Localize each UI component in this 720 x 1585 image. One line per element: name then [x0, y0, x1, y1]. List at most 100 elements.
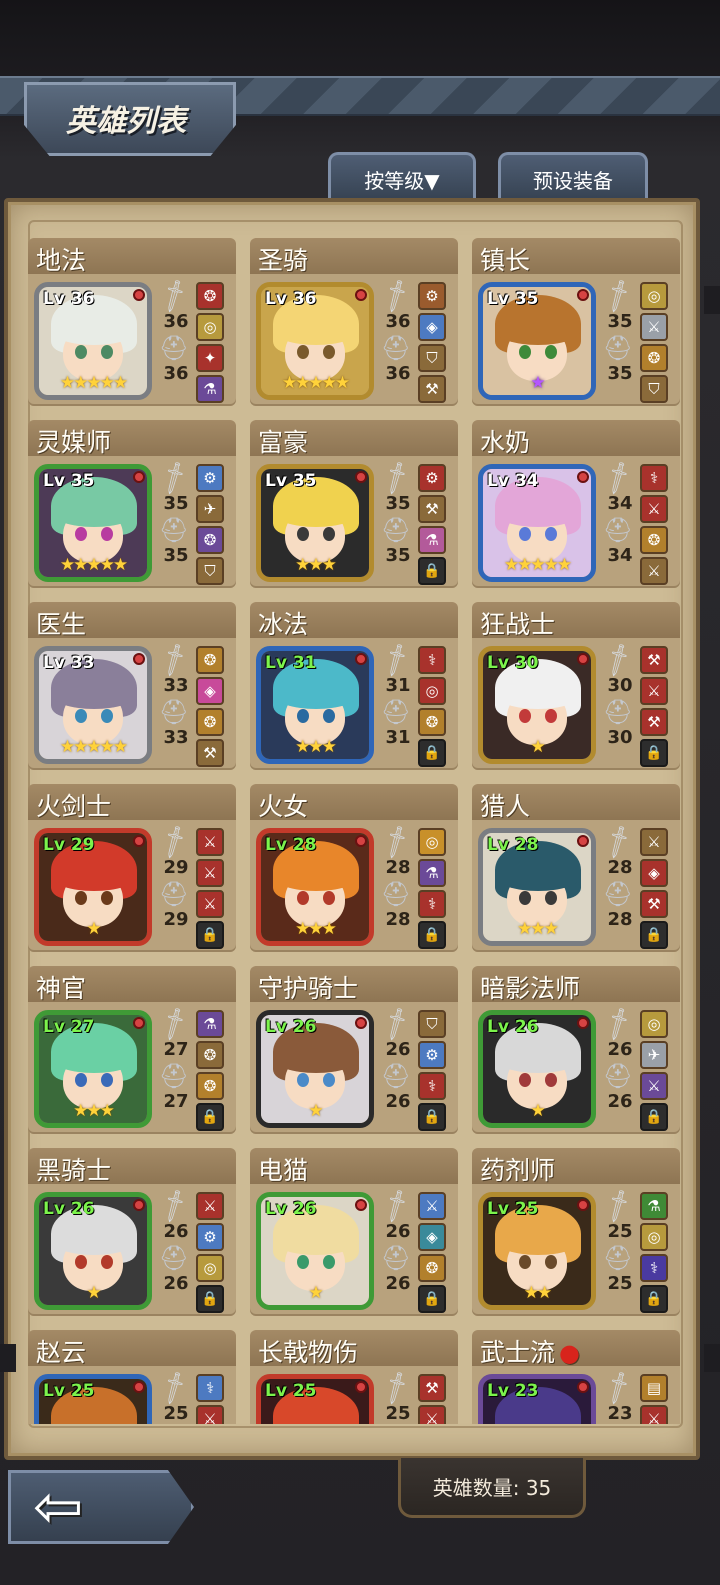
- equipment-slot[interactable]: ⚙: [418, 1041, 446, 1069]
- equipment-slot[interactable]: ⛉: [640, 375, 668, 403]
- locked-slot-icon[interactable]: 🔒: [418, 557, 446, 585]
- equipment-slot[interactable]: ⚔: [418, 1192, 446, 1220]
- locked-slot-icon[interactable]: 🔒: [640, 1285, 668, 1313]
- equipment-slot[interactable]: ⚕: [196, 1374, 224, 1402]
- hero-card[interactable]: 守护骑士 Lv 26 ★ 🗡 26 ⛑ 26 ⛉ ⚙ ⚕ 🔒: [250, 966, 458, 1138]
- hero-portrait[interactable]: Lv 29 ★: [34, 828, 152, 946]
- hero-card[interactable]: 赵云 Lv 25 🗡 25 ⛑ 25 ⚕ ⚔ ⛉ 🔒: [28, 1330, 236, 1424]
- equipment-slot[interactable]: ◈: [418, 313, 446, 341]
- hero-portrait[interactable]: Lv 30 ★: [478, 646, 596, 764]
- equipment-slot[interactable]: ⚕: [640, 464, 668, 492]
- equipment-slot[interactable]: ⚔: [196, 828, 224, 856]
- equipment-slot[interactable]: ⚔: [640, 313, 668, 341]
- locked-slot-icon[interactable]: 🔒: [640, 1103, 668, 1131]
- hero-portrait[interactable]: Lv 35 ★★★★★: [34, 464, 152, 582]
- equipment-slot[interactable]: ⛉: [418, 1010, 446, 1038]
- hero-card[interactable]: 武士流● Lv 23 🗡 23 ⛑ 23 ▤ ⚔ ⛉ 🔒: [472, 1330, 680, 1424]
- hero-portrait[interactable]: Lv 35 ★★★: [256, 464, 374, 582]
- hero-card[interactable]: 暗影法师 Lv 26 ★ 🗡 26 ⛑ 26 ◎ ✈ ⚔ 🔒: [472, 966, 680, 1138]
- equipment-slot[interactable]: ❂: [196, 526, 224, 554]
- hero-portrait[interactable]: Lv 28 ★★★: [256, 828, 374, 946]
- equipment-slot[interactable]: ⚙: [418, 282, 446, 310]
- equipment-slot[interactable]: ⚒: [196, 739, 224, 767]
- hero-portrait[interactable]: Lv 25 ★★: [478, 1192, 596, 1310]
- equipment-slot[interactable]: ◎: [196, 1254, 224, 1282]
- equipment-slot[interactable]: ⚙: [418, 464, 446, 492]
- equipment-slot[interactable]: ❂: [196, 282, 224, 310]
- hero-portrait[interactable]: Lv 33 ★★★★★: [34, 646, 152, 764]
- equipment-slot[interactable]: ❂: [418, 1254, 446, 1282]
- preset-equipment-button[interactable]: 预设装备: [498, 152, 648, 204]
- equipment-slot[interactable]: ◈: [196, 677, 224, 705]
- hero-portrait[interactable]: Lv 23: [478, 1374, 596, 1424]
- equipment-slot[interactable]: ▤: [640, 1374, 668, 1402]
- hero-card[interactable]: 药剂师 Lv 25 ★★ 🗡 25 ⛑ 25 ⚗ ◎ ⚕ 🔒: [472, 1148, 680, 1320]
- hero-card[interactable]: 火女 Lv 28 ★★★ 🗡 28 ⛑ 28 ◎ ⚗ ⚕ 🔒: [250, 784, 458, 956]
- equipment-slot[interactable]: ❂: [196, 1041, 224, 1069]
- locked-slot-icon[interactable]: 🔒: [418, 739, 446, 767]
- equipment-slot[interactable]: ⚗: [640, 1192, 668, 1220]
- equipment-slot[interactable]: ⚔: [196, 890, 224, 918]
- hero-portrait[interactable]: Lv 26 ★: [34, 1192, 152, 1310]
- hero-portrait[interactable]: Lv 31 ★★★: [256, 646, 374, 764]
- equipment-slot[interactable]: ✦: [196, 344, 224, 372]
- equipment-slot[interactable]: ◈: [418, 1223, 446, 1251]
- equipment-slot[interactable]: ⚔: [640, 557, 668, 585]
- hero-portrait[interactable]: Lv 27 ★★★: [34, 1010, 152, 1128]
- equipment-slot[interactable]: ⛉: [196, 557, 224, 585]
- hero-card[interactable]: 灵媒师 Lv 35 ★★★★★ 🗡 35 ⛑ 35 ⚙ ✈ ❂ ⛉: [28, 420, 236, 592]
- hero-card[interactable]: 圣骑 Lv 36 ★★★★★ 🗡 36 ⛑ 36 ⚙ ◈ ⛉ ⚒: [250, 238, 458, 410]
- equipment-slot[interactable]: ⚔: [640, 828, 668, 856]
- equipment-slot[interactable]: ⚙: [196, 464, 224, 492]
- hero-portrait[interactable]: Lv 26 ★: [256, 1192, 374, 1310]
- locked-slot-icon[interactable]: 🔒: [418, 1285, 446, 1313]
- hero-card[interactable]: 长戟物伤 Lv 25 🗡 25 ⛑ 25 ⚒ ⚔ ⛉ 🔒: [250, 1330, 458, 1424]
- equipment-slot[interactable]: ⚗: [196, 375, 224, 403]
- hero-portrait[interactable]: Lv 34 ★★★★★: [478, 464, 596, 582]
- equipment-slot[interactable]: ⚗: [418, 526, 446, 554]
- hero-card[interactable]: 电猫 Lv 26 ★ 🗡 26 ⛑ 26 ⚔ ◈ ❂ 🔒: [250, 1148, 458, 1320]
- equipment-slot[interactable]: ❂: [640, 344, 668, 372]
- equipment-slot[interactable]: ⚔: [418, 1405, 446, 1424]
- equipment-slot[interactable]: ⚕: [418, 890, 446, 918]
- equipment-slot[interactable]: ⚔: [196, 1405, 224, 1424]
- hero-portrait[interactable]: Lv 26 ★: [478, 1010, 596, 1128]
- equipment-slot[interactable]: ⚔: [640, 1072, 668, 1100]
- back-button[interactable]: ⇦: [8, 1470, 194, 1544]
- equipment-slot[interactable]: ⚔: [196, 1192, 224, 1220]
- equipment-slot[interactable]: ⚕: [640, 1254, 668, 1282]
- equipment-slot[interactable]: ⚗: [196, 1010, 224, 1038]
- hero-portrait[interactable]: Lv 28 ★★★: [478, 828, 596, 946]
- locked-slot-icon[interactable]: 🔒: [640, 739, 668, 767]
- equipment-slot[interactable]: ⛉: [418, 344, 446, 372]
- equipment-slot[interactable]: ◎: [418, 828, 446, 856]
- hero-grid[interactable]: 地法 Lv 36 ★★★★★ 🗡 36 ⛑ 36 ❂ ◎ ✦ ⚗ 圣骑 Lv 3…: [28, 238, 680, 1424]
- hero-portrait[interactable]: Lv 25: [34, 1374, 152, 1424]
- equipment-slot[interactable]: ◎: [196, 313, 224, 341]
- equipment-slot[interactable]: ⚔: [640, 677, 668, 705]
- hero-card[interactable]: 黑骑士 Lv 26 ★ 🗡 26 ⛑ 26 ⚔ ⚙ ◎ 🔒: [28, 1148, 236, 1320]
- equipment-slot[interactable]: ⚒: [640, 646, 668, 674]
- hero-card[interactable]: 猎人 Lv 28 ★★★ 🗡 28 ⛑ 28 ⚔ ◈ ⚒ 🔒: [472, 784, 680, 956]
- equipment-slot[interactable]: ❂: [196, 1072, 224, 1100]
- equipment-slot[interactable]: ◎: [640, 282, 668, 310]
- equipment-slot[interactable]: ⚕: [418, 646, 446, 674]
- hero-card[interactable]: 冰法 Lv 31 ★★★ 🗡 31 ⛑ 31 ⚕ ◎ ❂ 🔒: [250, 602, 458, 774]
- hero-card[interactable]: 医生 Lv 33 ★★★★★ 🗡 33 ⛑ 33 ❂ ◈ ❂ ⚒: [28, 602, 236, 774]
- sort-by-level-button[interactable]: 按等级▼: [328, 152, 476, 204]
- equipment-slot[interactable]: ⚗: [418, 859, 446, 887]
- hero-portrait[interactable]: Lv 36 ★★★★★: [256, 282, 374, 400]
- equipment-slot[interactable]: ❂: [640, 526, 668, 554]
- hero-card[interactable]: 水奶 Lv 34 ★★★★★ 🗡 34 ⛑ 34 ⚕ ⚔ ❂ ⚔: [472, 420, 680, 592]
- equipment-slot[interactable]: ⚒: [640, 890, 668, 918]
- equipment-slot[interactable]: ✈: [196, 495, 224, 523]
- equipment-slot[interactable]: ✈: [640, 1041, 668, 1069]
- equipment-slot[interactable]: ⚒: [418, 495, 446, 523]
- equipment-slot[interactable]: ⚔: [640, 495, 668, 523]
- locked-slot-icon[interactable]: 🔒: [418, 921, 446, 949]
- hero-card[interactable]: 火剑士 Lv 29 ★ 🗡 29 ⛑ 29 ⚔ ⚔ ⚔ 🔒: [28, 784, 236, 956]
- equipment-slot[interactable]: ❂: [196, 646, 224, 674]
- equipment-slot[interactable]: ❂: [418, 708, 446, 736]
- hero-portrait[interactable]: Lv 36 ★★★★★: [34, 282, 152, 400]
- locked-slot-icon[interactable]: 🔒: [196, 921, 224, 949]
